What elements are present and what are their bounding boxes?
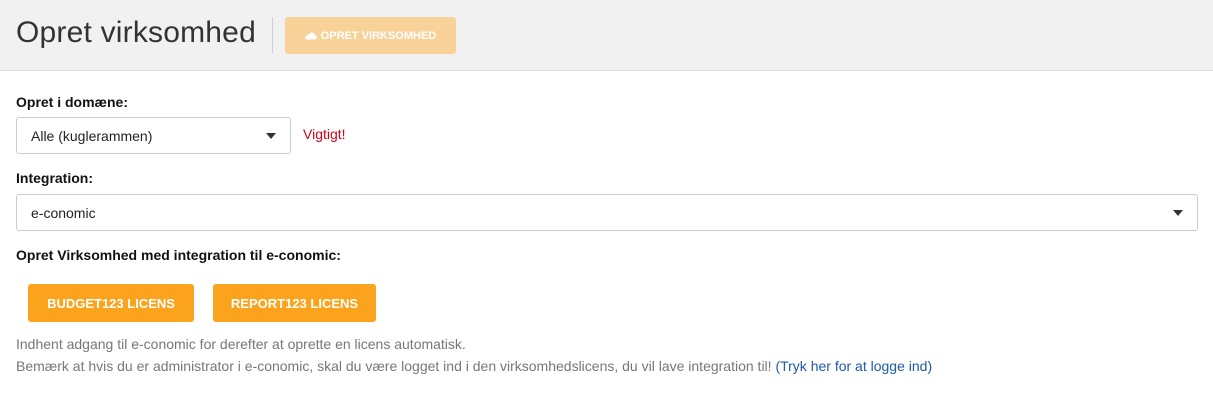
create-company-button-label: OPRET VIRKSOMHED	[320, 29, 437, 42]
page-header: Opret virksomhed OPRET VIRKSOMHED	[0, 0, 1213, 71]
cloud-icon	[304, 32, 317, 40]
chevron-down-icon	[1173, 210, 1183, 216]
budget123-license-button[interactable]: BUDGET123 LICENS	[28, 284, 194, 322]
domain-select-value: Alle (kuglerammen)	[31, 127, 153, 144]
login-link[interactable]: (Tryk her for at logge ind)	[775, 358, 932, 374]
important-warning: Vigtigt!	[303, 126, 346, 142]
page-title: Opret virksomhed	[16, 16, 256, 49]
help-text-line1: Indhent adgang til e-conomic for derefte…	[16, 336, 466, 352]
integration-select[interactable]: e-conomic	[16, 194, 1198, 231]
domain-select[interactable]: Alle (kuglerammen)	[16, 117, 291, 154]
integration-label: Integration:	[16, 170, 93, 186]
header-divider	[272, 17, 273, 53]
help-text-line2-text: Bemærk at hvis du er administrator i e-c…	[16, 358, 772, 374]
domain-label: Opret i domæne:	[16, 94, 129, 110]
create-company-button[interactable]: OPRET VIRKSOMHED	[285, 17, 456, 54]
report123-license-button[interactable]: REPORT123 LICENS	[213, 284, 376, 322]
help-text-line2: Bemærk at hvis du er administrator i e-c…	[16, 358, 932, 374]
integration-select-value: e-conomic	[31, 204, 96, 221]
section-title: Opret Virksomhed med integration til e-c…	[16, 247, 341, 263]
chevron-down-icon	[266, 133, 276, 139]
